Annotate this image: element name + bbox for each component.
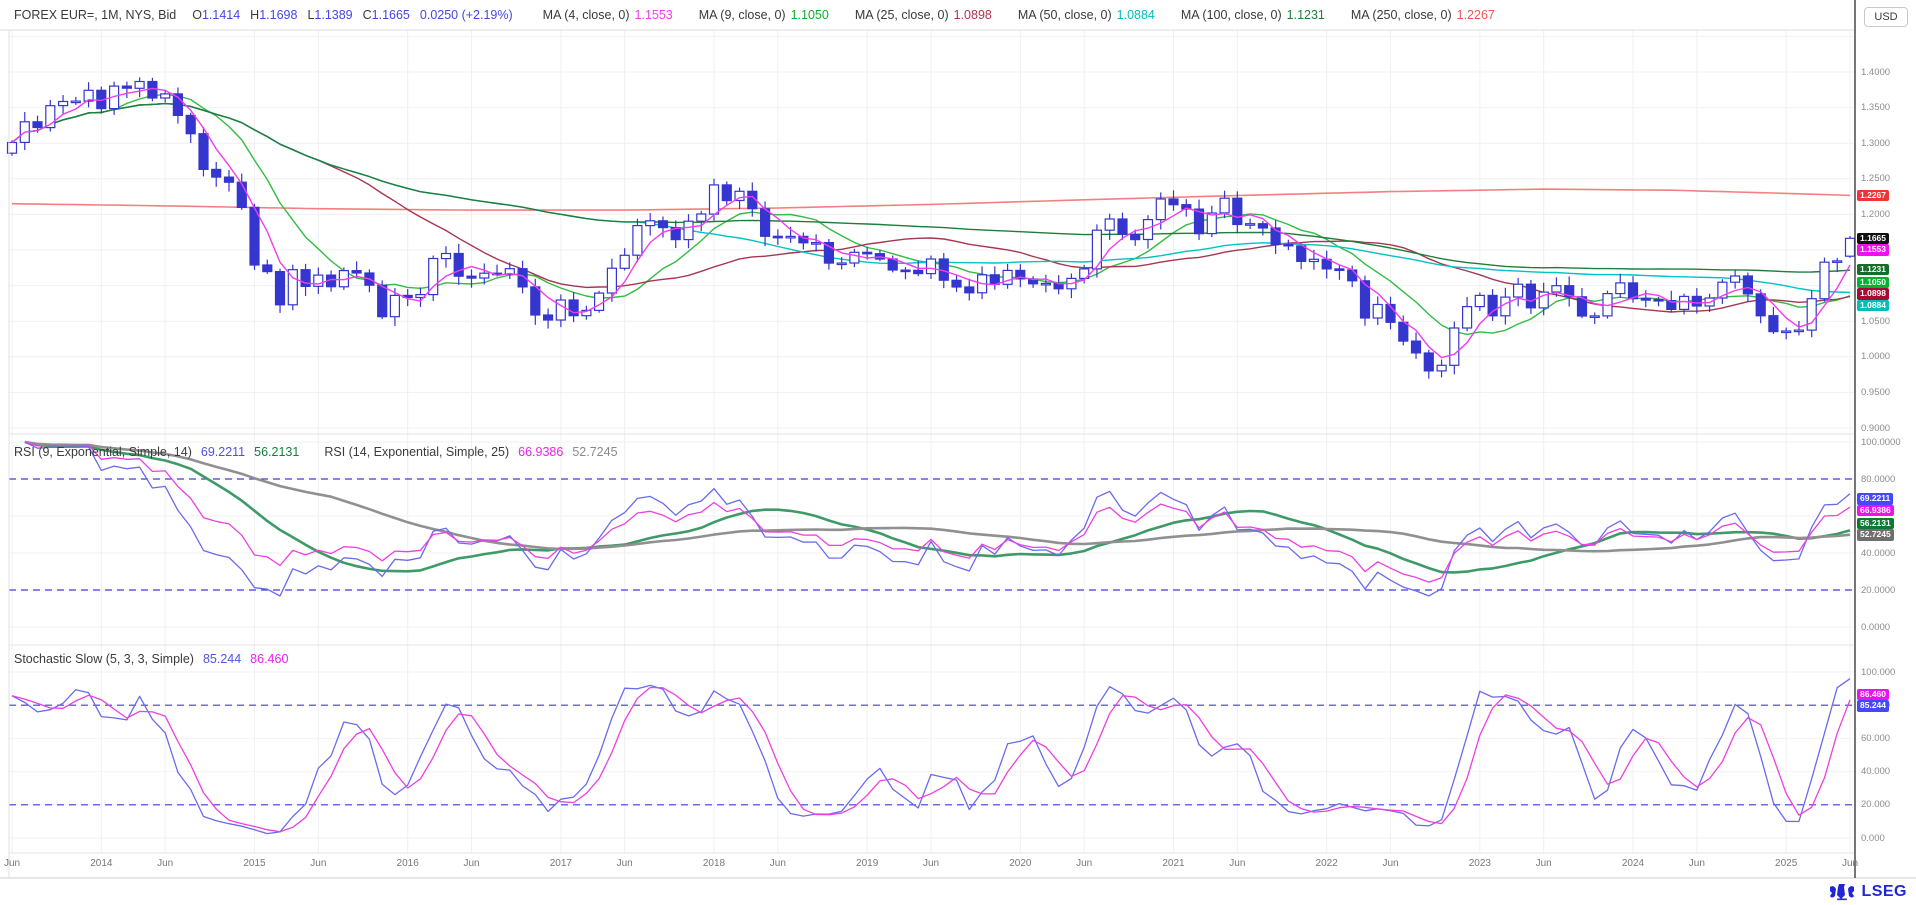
rsi-axis-badge: 56.2131: [1857, 518, 1894, 530]
x-axis-label: 2016: [386, 858, 430, 869]
change-value: 0.0250 (+2.19%): [420, 8, 513, 22]
x-axis-label: Jun: [909, 858, 953, 869]
rsi-legend: RSI (9, Exponential, Simple, 14) 69.2211 5…: [14, 445, 627, 459]
x-axis-label: 2025: [1764, 858, 1808, 869]
rsi-legend-value: 69.2211: [201, 445, 245, 459]
rsi-legend-value: 66.9386: [518, 445, 563, 459]
price-axis-badge: 1.1665: [1857, 233, 1889, 245]
lseg-logo-text: LSEG: [1861, 883, 1907, 901]
price-axis-tick: 1.4000: [1861, 67, 1890, 78]
x-axis-label: Jun: [0, 858, 34, 869]
stoch-axis-tick: 0.000: [1861, 833, 1885, 844]
x-axis-label: 2019: [845, 858, 889, 869]
rsi-axis-badge: 69.2211: [1857, 493, 1893, 505]
x-axis-label: Jun: [1369, 858, 1413, 869]
stoch-axis-badge: 85.244: [1857, 700, 1889, 712]
lseg-logo: LSEG: [1828, 883, 1907, 901]
price-axis-badge: 1.1050: [1857, 277, 1889, 289]
ohlc-item-c: C1.1665: [363, 8, 410, 22]
price-axis-tick: 1.2500: [1861, 173, 1890, 184]
stoch-axis-tick: 100.000: [1861, 667, 1895, 678]
price-axis-tick: 1.0500: [1861, 316, 1890, 327]
x-axis-label: 2015: [233, 858, 277, 869]
x-axis-label: 2017: [539, 858, 583, 869]
x-axis-label: Jun: [603, 858, 647, 869]
x-axis-label: Jun: [1828, 858, 1872, 869]
x-axis-label: Jun: [450, 858, 494, 869]
x-axis-label: Jun: [1215, 858, 1259, 869]
price-axis-tick: 1.3500: [1861, 102, 1890, 113]
x-axis-label: 2020: [998, 858, 1042, 869]
x-axis-label: 2023: [1458, 858, 1502, 869]
x-axis-label: Jun: [296, 858, 340, 869]
ohlc-item-l: L1.1389: [307, 8, 352, 22]
rsi-axis-badge: 66.9386: [1857, 505, 1894, 517]
rsi-axis-badge: 52.7245: [1857, 529, 1894, 541]
ma-legend-item: MA (50, close, 0)1.0884: [1018, 8, 1155, 22]
price-axis-badge: 1.0884: [1857, 300, 1889, 312]
lseg-crest-icon: [1828, 883, 1856, 901]
x-axis-label: Jun: [1062, 858, 1106, 869]
price-axis-tick: 1.0000: [1861, 351, 1890, 362]
rsi-legend-value: 56.2131: [254, 445, 299, 459]
ma-legend-item: MA (100, close, 0)1.1231: [1181, 8, 1325, 22]
price-axis-badge: 1.1553: [1857, 244, 1889, 256]
price-axis-tick: 0.9500: [1861, 387, 1890, 398]
x-axis-label: Jun: [1522, 858, 1566, 869]
price-axis-tick: 0.9000: [1861, 423, 1890, 434]
currency-axis-button[interactable]: USD: [1864, 7, 1908, 27]
stoch-axis-badge: 86.460: [1857, 689, 1889, 701]
x-axis-label: Jun: [1675, 858, 1719, 869]
price-axis-badge: 1.2267: [1857, 190, 1889, 202]
rsi-legend-label: RSI (9, Exponential, Simple, 14): [14, 445, 192, 459]
ma-legend-item: MA (250, close, 0)1.2267: [1351, 8, 1495, 22]
rsi-axis-tick: 100.0000: [1861, 437, 1901, 448]
price-axis-badge: 1.1231: [1857, 264, 1889, 276]
stoch-axis-tick: 20.000: [1861, 799, 1890, 810]
stoch-axis-tick: 60.000: [1861, 733, 1890, 744]
stoch-axis-tick: 40.000: [1861, 766, 1890, 777]
charting-app: { "header": { "title": "FOREX EUR=, 1M, …: [0, 0, 1916, 905]
stochastic-legend-label: Stochastic Slow (5, 3, 3, Simple): [14, 652, 194, 666]
price-axis-tick: 1.2000: [1861, 209, 1890, 220]
x-axis-label: 2024: [1611, 858, 1655, 869]
rsi-legend-label: RSI (14, Exponential, Simple, 25): [324, 445, 509, 459]
x-axis-label: Jun: [143, 858, 187, 869]
x-axis-label: 2022: [1305, 858, 1349, 869]
x-axis-label: Jun: [756, 858, 800, 869]
rsi-axis-tick: 0.0000: [1861, 622, 1890, 633]
stochastic-legend-value: 85.244: [203, 652, 241, 666]
rsi-axis-tick: 80.0000: [1861, 474, 1895, 485]
ma-legend-item: MA (9, close, 0)1.1050: [699, 8, 829, 22]
ma-legend-item: MA (25, close, 0)1.0898: [855, 8, 992, 22]
price-axis-badge: 1.0898: [1857, 288, 1889, 300]
rsi-axis-tick: 20.0000: [1861, 585, 1895, 596]
x-axis-label: 2021: [1152, 858, 1196, 869]
chart-header: FOREX EUR=, 1M, NYS, Bid O1.1414 H1.1698 L…: [14, 0, 1521, 30]
rsi-legend-value: 52.7245: [572, 445, 617, 459]
ohlc-readout: O1.1414 H1.1698 L1.1389 C1.1665: [192, 8, 420, 22]
stochastic-legend: Stochastic Slow (5, 3, 3, Simple) 85.244 8…: [14, 652, 297, 666]
price-axis-tick: 1.3000: [1861, 138, 1890, 149]
ohlc-item-h: H1.1698: [250, 8, 297, 22]
x-axis-label: 2018: [692, 858, 736, 869]
ma-legend-item: MA (4, close, 0)1.1553: [543, 8, 673, 22]
stochastic-legend-value: 86.460: [250, 652, 288, 666]
x-axis-label: 2014: [79, 858, 123, 869]
rsi-axis-tick: 40.0000: [1861, 548, 1895, 559]
ohlc-item-o: O1.1414: [192, 8, 240, 22]
ma-legend: MA (4, close, 0)1.1553 MA (9, close, 0)1.…: [543, 8, 1521, 22]
instrument-title: FOREX EUR=, 1M, NYS, Bid: [14, 8, 176, 22]
